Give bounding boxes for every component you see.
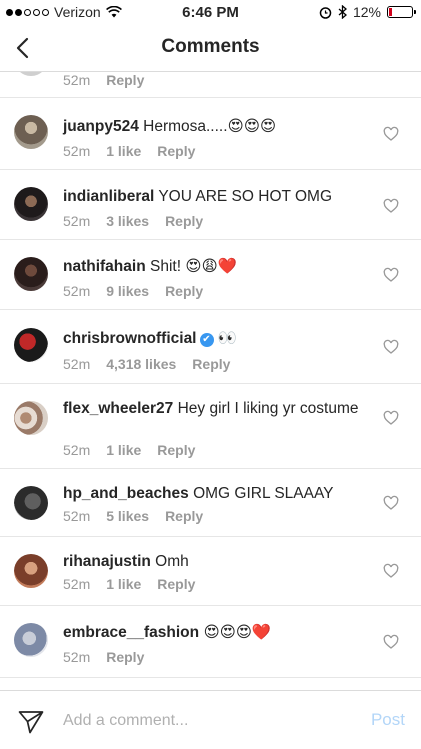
comment-body: 👀 — [217, 330, 238, 347]
list-item: 52m Reply — [0, 72, 421, 98]
list-item: hp_and_beaches OMG GIRL SLAAAY 52m 5 lik… — [0, 469, 421, 537]
reply-button[interactable]: Reply — [157, 442, 195, 458]
reply-button[interactable]: Reply — [192, 356, 230, 372]
avatar[interactable] — [14, 115, 48, 149]
battery-fill — [389, 8, 392, 16]
comment-meta: 52m 4,318 likes Reply — [63, 356, 230, 372]
comment-meta: 52m Reply — [63, 72, 144, 88]
username-link[interactable]: chrisbrownofficial — [63, 330, 197, 347]
reply-button[interactable]: Reply — [165, 508, 203, 524]
likes-count[interactable]: 3 likes — [106, 213, 149, 229]
comment-body: 😍😍😍❤️ — [203, 624, 272, 641]
comment-text: embrace__fashion 😍😍😍❤️ — [63, 622, 373, 643]
comment-meta: 52m 5 likes Reply — [63, 508, 203, 524]
comment-body: OMG GIRL SLAAAY — [193, 485, 334, 502]
username-link[interactable]: rihanajustin — [63, 553, 151, 570]
username-link[interactable]: flex_wheeler27 — [63, 400, 173, 417]
comment-composer: Post — [0, 690, 421, 749]
avatar[interactable] — [14, 257, 48, 291]
verified-badge-icon: ✔ — [199, 333, 214, 347]
heart-icon[interactable] — [383, 410, 399, 426]
list-item: rihanajustin Omh 52m 1 like Reply — [0, 537, 421, 606]
username-link[interactable]: juanpy524 — [63, 118, 139, 135]
comment-time: 52m — [63, 356, 91, 372]
comment-body: Hermosa.....😍😍😍 — [143, 118, 277, 135]
comment-time: 52m — [63, 442, 91, 458]
comment-meta: 52m Reply — [63, 649, 144, 665]
comments-list[interactable]: 52m Reply juanpy524 Hermosa.....😍😍😍 52m … — [0, 72, 421, 687]
comment-time: 52m — [63, 576, 91, 592]
likes-count[interactable]: 9 likes — [106, 283, 149, 299]
comment-text: nathifahain Shit! 😍😩❤️ — [63, 256, 373, 277]
reply-button[interactable]: Reply — [106, 649, 144, 665]
reply-button[interactable]: Reply — [165, 213, 203, 229]
comment-body: Hey girl I liking yr costume — [177, 400, 359, 417]
post-button[interactable]: Post — [371, 710, 405, 730]
comment-body: YOU ARE SO HOT OMG — [158, 188, 333, 205]
comment-time: 52m — [63, 508, 91, 524]
list-item: flex_wheeler27 Hey girl I liking yr cost… — [0, 384, 421, 469]
reply-button[interactable]: Reply — [165, 283, 203, 299]
comment-meta: 52m 1 like Reply — [63, 576, 195, 592]
avatar[interactable] — [14, 623, 48, 657]
comment-time: 52m — [63, 143, 91, 159]
likes-count[interactable]: 1 like — [106, 143, 141, 159]
avatar[interactable] — [14, 401, 48, 435]
avatar[interactable] — [14, 554, 48, 588]
comment-meta: 52m 1 like Reply — [63, 442, 195, 458]
comment-input[interactable] — [63, 709, 343, 733]
reply-button[interactable]: Reply — [106, 72, 144, 88]
status-right: 12% — [319, 4, 416, 20]
battery-icon — [387, 6, 416, 18]
avatar[interactable] — [14, 187, 48, 221]
reply-button[interactable]: Reply — [157, 143, 195, 159]
list-item: juanpy524 Hermosa.....😍😍😍 52m 1 like Rep… — [0, 98, 421, 170]
status-bar: Verizon 6:46 PM 12% — [0, 0, 421, 24]
comment-time: 52m — [63, 283, 91, 299]
avatar[interactable] — [14, 72, 48, 76]
comment-meta: 52m 9 likes Reply — [63, 283, 203, 299]
comment-text: hp_and_beaches OMG GIRL SLAAAY — [63, 483, 373, 504]
username-link[interactable]: nathifahain — [63, 258, 146, 275]
heart-icon[interactable] — [383, 634, 399, 650]
heart-icon[interactable] — [383, 495, 399, 511]
page-title: Comments — [161, 36, 260, 57]
heart-icon[interactable] — [383, 563, 399, 579]
comment-meta: 52m 3 likes Reply — [63, 213, 203, 229]
send-icon[interactable] — [18, 710, 44, 734]
comment-time: 52m — [63, 213, 91, 229]
avatar[interactable] — [14, 328, 48, 362]
list-item: chrisbrownofficial ✔ 👀 52m 4,318 likes Re… — [0, 310, 421, 384]
comment-text: flex_wheeler27 Hey girl I liking yr cost… — [63, 398, 373, 419]
list-item: indianliberal YOU ARE SO HOT OMG 52m 3 l… — [0, 170, 421, 240]
likes-count[interactable]: 1 like — [106, 442, 141, 458]
comment-text: juanpy524 Hermosa.....😍😍😍 — [63, 116, 373, 137]
comment-time: 52m — [63, 649, 91, 665]
list-item: embrace__fashion 😍😍😍❤️ 52m Reply — [0, 606, 421, 678]
alarm-icon — [319, 6, 332, 19]
comment-text: indianliberal YOU ARE SO HOT OMG — [63, 186, 373, 207]
comment-text: rihanajustin Omh — [63, 551, 373, 572]
avatar[interactable] — [14, 486, 48, 520]
reply-button[interactable]: Reply — [157, 576, 195, 592]
comment-body: Omh — [155, 553, 189, 570]
heart-icon[interactable] — [383, 126, 399, 142]
likes-count[interactable]: 1 like — [106, 576, 141, 592]
comment-meta: 52m 1 like Reply — [63, 143, 195, 159]
username-link[interactable]: embrace__fashion — [63, 624, 199, 641]
username-link[interactable]: hp_and_beaches — [63, 485, 189, 502]
heart-icon[interactable] — [383, 198, 399, 214]
battery-percent: 12% — [352, 4, 381, 20]
heart-icon[interactable] — [383, 339, 399, 355]
comment-time: 52m — [63, 72, 91, 88]
comment-text: chrisbrownofficial ✔ 👀 — [63, 328, 373, 349]
username-link[interactable]: indianliberal — [63, 188, 154, 205]
bluetooth-icon — [338, 5, 347, 19]
likes-count[interactable]: 5 likes — [106, 508, 149, 524]
list-item: nathifahain Shit! 😍😩❤️ 52m 9 likes Reply — [0, 240, 421, 310]
comment-body: Shit! 😍😩❤️ — [149, 258, 237, 275]
heart-icon[interactable] — [383, 267, 399, 283]
nav-bar: Comments — [0, 24, 421, 72]
likes-count[interactable]: 4,318 likes — [106, 356, 176, 372]
